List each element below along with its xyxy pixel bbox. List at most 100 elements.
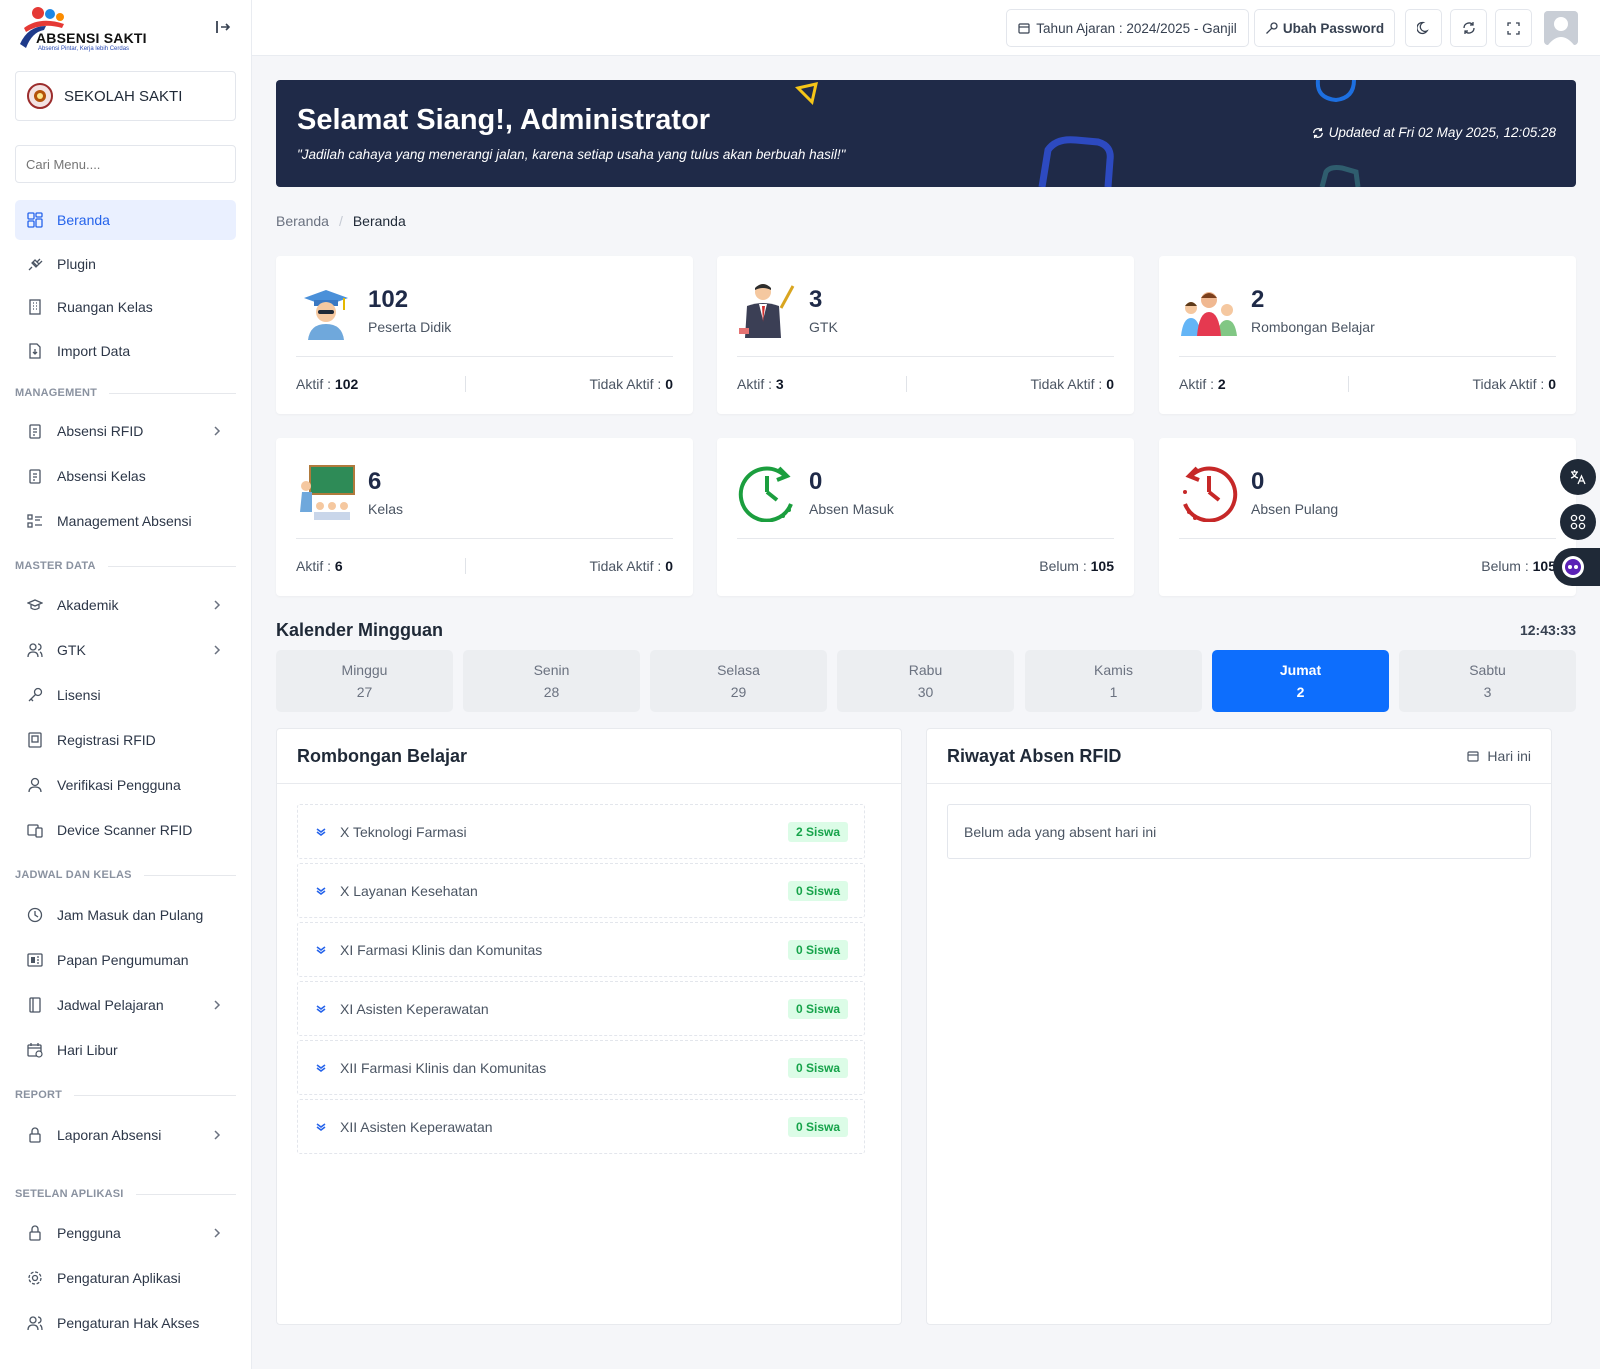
rombel-item[interactable]: XI Farmasi Klinis dan Komunitas 0 Siswa: [297, 922, 865, 977]
translate-icon: [1570, 470, 1586, 485]
stat-card-rombongan-belajar: 2 Rombongan Belajar Aktif : 2 Tidak Akti…: [1159, 256, 1576, 414]
sidebar-item-papan-pengumuman[interactable]: Papan Pengumuman: [15, 940, 236, 980]
sidebar-item-ruangan-kelas[interactable]: Ruangan Kelas: [15, 287, 236, 327]
day-name: Minggu: [341, 662, 388, 678]
translate-button[interactable]: [1560, 459, 1596, 495]
key-icon: [27, 687, 43, 703]
stat-inactive-value: 0: [665, 376, 673, 392]
sidebar-item-import-data[interactable]: Import Data: [15, 331, 236, 371]
sidebar-item-jadwal-pelajaran[interactable]: Jadwal Pelajaran: [15, 985, 236, 1025]
users-icon: [27, 642, 43, 658]
day-selasa[interactable]: Selasa 29: [650, 650, 827, 712]
divider: [296, 356, 673, 357]
day-minggu[interactable]: Minggu 27: [276, 650, 453, 712]
stat-active: Aktif : 6: [296, 558, 343, 574]
chevron-down-icon: [316, 1004, 326, 1013]
sidebar-item-label: Device Scanner RFID: [57, 822, 193, 838]
stat-active: Aktif : 3: [737, 376, 784, 392]
rombel-item[interactable]: XII Farmasi Klinis dan Komunitas 0 Siswa: [297, 1040, 865, 1095]
sidebar-item-laporan-absensi[interactable]: Laporan Absensi: [15, 1115, 236, 1155]
sidebar-item-label: Absensi RFID: [57, 423, 144, 439]
stat-value: 6: [368, 468, 382, 495]
section-title-master-data: MASTER DATA: [15, 560, 236, 572]
divider: [1347, 376, 1349, 392]
day-sabtu[interactable]: Sabtu 3: [1399, 650, 1576, 712]
stat-card-gtk: 3 GTK Aktif : 3 Tidak Aktif : 0: [717, 256, 1134, 414]
rombel-item[interactable]: XI Asisten Keperawatan 0 Siswa: [297, 981, 865, 1036]
date-filter[interactable]: Hari ini: [1467, 748, 1531, 764]
stat-active-label: Aktif :: [1179, 376, 1218, 392]
greeting-title: Selamat Siang!, Administrator: [297, 104, 711, 136]
calendar-icon: [27, 1042, 43, 1058]
sidebar-item-lisensi[interactable]: Lisensi: [15, 675, 236, 715]
board-icon: [27, 952, 43, 968]
day-date: 28: [543, 684, 560, 700]
refresh-button[interactable]: [1450, 9, 1487, 47]
stat-label: Absen Pulang: [1251, 501, 1339, 517]
gear-icon: [27, 1270, 43, 1286]
stat-card-absen-pulang: 0 Absen Pulang Belum : 105: [1159, 438, 1576, 596]
chatbot-button[interactable]: [1553, 548, 1600, 586]
sidebar-item-label: Pengguna: [57, 1225, 121, 1241]
sidebar-item-absensi-rfid[interactable]: Absensi RFID: [15, 411, 236, 451]
sidebar-item-label: Ruangan Kelas: [57, 299, 153, 315]
group-icon: [1181, 292, 1237, 336]
sidebar-item-pengguna[interactable]: Pengguna: [15, 1213, 236, 1253]
sidebar-item-absensi-kelas[interactable]: Absensi Kelas: [15, 456, 236, 496]
panel-title: Riwayat Absen RFID: [947, 745, 1122, 766]
divider: [905, 376, 907, 392]
sidebar-item-beranda[interactable]: Beranda: [15, 200, 236, 240]
chevron-right-icon: [214, 600, 221, 610]
rombel-item[interactable]: X Teknologi Farmasi 2 Siswa: [297, 804, 865, 859]
school-selector[interactable]: SEKOLAH SAKTI: [15, 71, 236, 121]
sidebar-item-hari-libur[interactable]: Hari Libur: [15, 1030, 236, 1070]
school-name: SEKOLAH SAKTI: [64, 87, 183, 105]
sidebar-item-plugin[interactable]: Plugin: [15, 244, 236, 284]
greeting-banner: Selamat Siang!, Administrator "Jadilah c…: [276, 80, 1576, 187]
apps-button[interactable]: [1560, 504, 1596, 540]
sidebar-item-device-scanner-rfid[interactable]: Device Scanner RFID: [15, 810, 236, 850]
sidebar-item-pengaturan-aplikasi[interactable]: Pengaturan Aplikasi: [15, 1258, 236, 1298]
day-name: Selasa: [717, 662, 760, 678]
stat-active: Aktif : 2: [1179, 376, 1226, 392]
stat-active-value: 6: [334, 558, 343, 574]
rombongan-belajar-panel: Rombongan Belajar X Teknologi Farmasi 2 S…: [276, 728, 902, 1325]
logo-text: ABSENSI SAKTI: [36, 30, 147, 46]
day-jumat-today[interactable]: Jumat 2: [1212, 650, 1389, 712]
greeting-quote: "Jadilah cahaya yang menerangi jalan, ka…: [297, 147, 846, 162]
chevron-right-icon: [214, 426, 221, 436]
panel-title: Rombongan Belajar: [297, 745, 468, 766]
dark-mode-button[interactable]: [1405, 9, 1442, 47]
sidebar-item-akademik[interactable]: Akademik: [15, 585, 236, 625]
divider: [464, 558, 466, 574]
sidebar-item-jam-masuk-dan-pulang[interactable]: Jam Masuk dan Pulang: [15, 895, 236, 935]
user-avatar[interactable]: [1544, 11, 1578, 45]
sidebar-item-verifikasi-pengguna[interactable]: Verifikasi Pengguna: [15, 765, 236, 805]
sidebar-item-management-absensi[interactable]: Management Absensi: [15, 501, 236, 541]
academic-year-button[interactable]: Tahun Ajaran : 2024/2025 - Ganjil: [1006, 9, 1249, 47]
devices-icon: [27, 822, 43, 838]
list-icon: [27, 513, 43, 529]
rombel-item[interactable]: X Layanan Kesehatan 0 Siswa: [297, 863, 865, 918]
day-rabu[interactable]: Rabu 30: [837, 650, 1014, 712]
rombel-item[interactable]: XII Asisten Keperawatan 0 Siswa: [297, 1099, 865, 1154]
sidebar-item-registrasi-rfid[interactable]: Registrasi RFID: [15, 720, 236, 760]
day-date: 30: [917, 684, 934, 700]
weekly-calendar-title: Kalender Mingguan: [276, 620, 444, 640]
breadcrumb-parent[interactable]: Beranda: [276, 213, 329, 229]
key-icon: [1265, 21, 1278, 34]
stat-active-label: Aktif :: [296, 558, 335, 574]
sidebar-item-gtk[interactable]: GTK: [15, 630, 236, 670]
divider: [296, 538, 673, 539]
fullscreen-button[interactable]: [1495, 9, 1532, 47]
change-password-button[interactable]: Ubah Password: [1254, 9, 1395, 47]
app-logo[interactable]: ABSENSI SAKTI Absensi Pintar, Kerja lebi…: [16, 4, 240, 56]
rombel-name: XII Farmasi Klinis dan Komunitas: [340, 1059, 547, 1076]
day-kamis[interactable]: Kamis 1: [1025, 650, 1202, 712]
day-senin[interactable]: Senin 28: [463, 650, 640, 712]
collapse-sidebar-icon[interactable]: [214, 18, 232, 36]
stat-label: GTK: [809, 319, 838, 335]
sidebar-item-pengaturan-hak-akses[interactable]: Pengaturan Hak Akses: [15, 1303, 236, 1343]
menu-search-input[interactable]: [15, 145, 236, 183]
riwayat-absen-panel: Riwayat Absen RFID Hari ini Belum ada ya…: [926, 728, 1552, 1325]
